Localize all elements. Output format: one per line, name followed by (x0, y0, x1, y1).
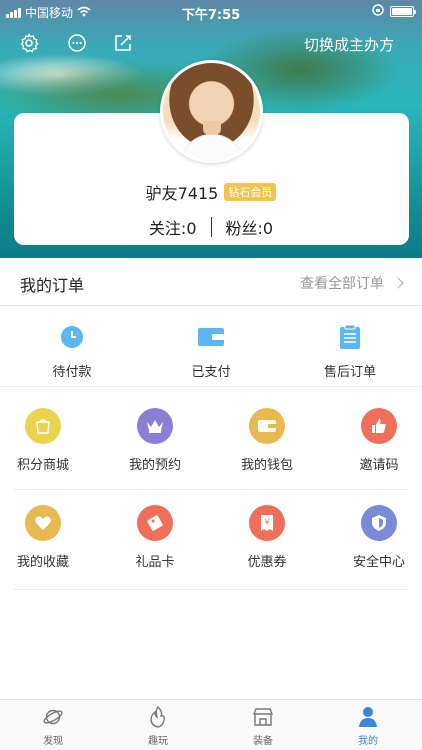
service-label: 礼品卡 (135, 555, 175, 570)
wallet-icon (151, 323, 271, 351)
coupons-button[interactable]: ¥ 优惠券 (214, 505, 320, 570)
tab-discover[interactable]: 发现 (23, 706, 83, 747)
vip-badge: 钻石会员 (224, 183, 277, 201)
my-orders-title: 我的订单 (20, 276, 85, 295)
clock-icon (12, 323, 132, 351)
tab-label: 趣玩 (148, 736, 168, 747)
username: 驴友7415 (145, 184, 219, 203)
my-orders-header: 我的订单 查看全部订单 (0, 258, 422, 306)
clock: 下午7:55 (181, 8, 241, 23)
points-mall-button[interactable]: 积分商城 (0, 408, 96, 473)
person-icon (338, 706, 398, 728)
avatar[interactable] (160, 60, 263, 163)
security-center-button[interactable]: 安全中心 (326, 505, 422, 570)
order-status-row: 待付款 已支付 售后订单 (0, 307, 422, 387)
coupon-icon: ¥ (249, 505, 285, 541)
order-paid[interactable]: 已支付 (151, 323, 271, 380)
service-label: 我的预约 (128, 458, 181, 473)
service-label: 邀请码 (359, 458, 399, 473)
tab-mine[interactable]: 我的 (338, 706, 398, 747)
service-label: 我的钱包 (240, 458, 293, 473)
my-favorites-button[interactable]: 我的收藏 (0, 505, 96, 570)
tab-label: 发现 (43, 736, 63, 747)
order-after-sales[interactable]: 售后订单 (290, 323, 410, 380)
order-item-label: 售后订单 (323, 365, 376, 380)
service-label: 积分商城 (16, 458, 69, 473)
crown-icon (137, 408, 173, 444)
tab-label: 我的 (358, 736, 378, 747)
gift-card-button[interactable]: 礼品卡 (102, 505, 208, 570)
clipboard-icon (290, 323, 410, 351)
invite-code-button[interactable]: 邀请码 (326, 408, 422, 473)
flame-icon (128, 706, 188, 728)
wallet-icon (249, 408, 285, 444)
svg-text:¥: ¥ (264, 518, 269, 527)
shopping-bag-icon (25, 408, 61, 444)
status-bar: 中国移动 下午7:55 (0, 0, 422, 23)
tab-label: 装备 (253, 736, 273, 747)
top-action-bar: 切换成主办方 (0, 30, 422, 58)
heart-icon (25, 505, 61, 541)
edit-icon[interactable] (110, 30, 136, 56)
tab-gear[interactable]: 装备 (233, 706, 293, 747)
service-label: 我的收藏 (16, 555, 69, 570)
store-icon (233, 706, 293, 728)
order-item-label: 已支付 (191, 365, 231, 380)
shield-icon (361, 505, 397, 541)
services-row-2: 我的收藏 礼品卡 ¥ 优惠券 安全中心 (0, 505, 422, 601)
orientation-lock-icon (372, 4, 384, 19)
planet-icon (23, 706, 83, 728)
following-count[interactable]: 关注:0 (149, 215, 197, 239)
gift-card-icon (137, 505, 173, 541)
settings-gear-icon[interactable] (16, 30, 42, 56)
chevron-right-icon (392, 277, 404, 289)
bottom-tab-bar: 发现 趣玩 装备 我的 (0, 699, 422, 750)
view-all-orders-label: 查看全部订单 (300, 276, 384, 292)
tab-fun[interactable]: 趣玩 (128, 706, 188, 747)
thumbs-up-icon (361, 408, 397, 444)
message-icon[interactable] (64, 30, 90, 56)
order-pending-payment[interactable]: 待付款 (12, 323, 132, 380)
followers-count[interactable]: 粉丝:0 (226, 215, 274, 239)
my-reservations-button[interactable]: 我的预约 (102, 408, 208, 473)
service-label: 优惠券 (247, 555, 287, 570)
follow-divider (210, 217, 212, 237)
view-all-orders-link[interactable]: 查看全部订单 (300, 273, 404, 293)
services-bottom-divider (14, 589, 408, 590)
battery-icon (390, 6, 416, 17)
order-item-label: 待付款 (52, 365, 92, 380)
my-wallet-button[interactable]: 我的钱包 (214, 408, 320, 473)
services-divider (14, 489, 408, 490)
switch-to-organizer-button[interactable]: 切换成主办方 (304, 34, 394, 55)
service-label: 安全中心 (352, 555, 405, 570)
